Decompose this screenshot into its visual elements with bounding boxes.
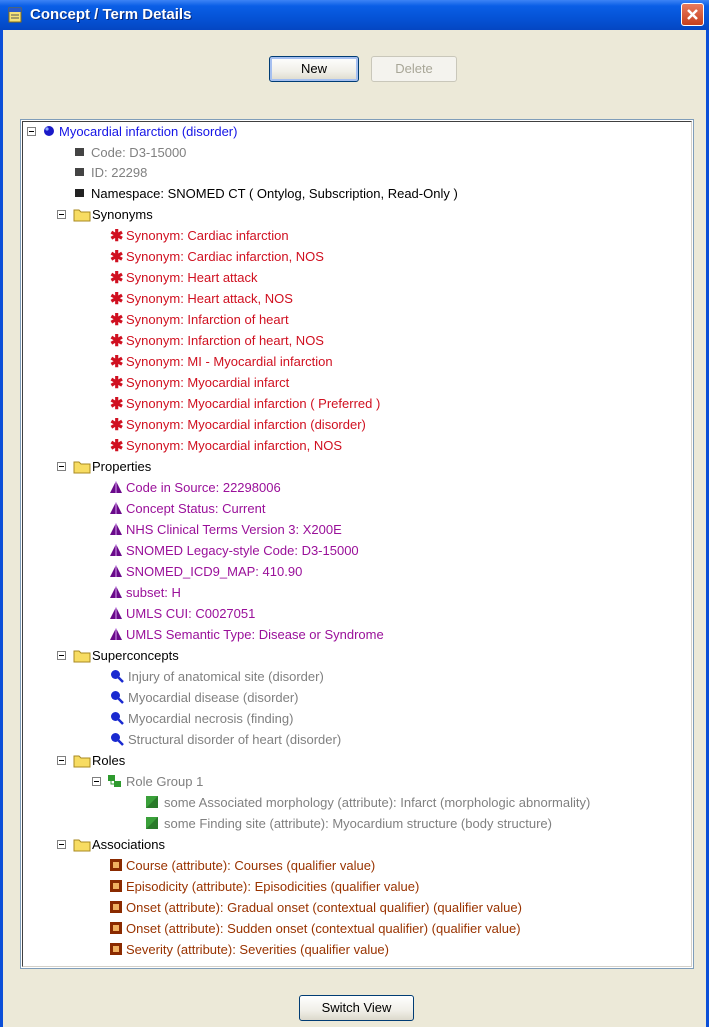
app-icon xyxy=(8,7,22,23)
asterisk-icon: ✱ xyxy=(110,333,124,350)
folder-icon xyxy=(73,461,91,474)
root-concept-label: Myocardial infarction (disorder) xyxy=(59,124,238,139)
concept-term-details-window: Concept / Term Details New Delete Myocar… xyxy=(0,0,709,1027)
title-bar[interactable]: Concept / Term Details xyxy=(0,0,709,30)
collapse-toggle[interactable] xyxy=(57,840,66,849)
asterisk-icon: ✱ xyxy=(110,417,124,434)
switch-view-button[interactable]: Switch View xyxy=(299,995,414,1021)
close-button[interactable] xyxy=(681,3,704,26)
triangle-property-icon xyxy=(110,628,122,640)
triangle-property-icon xyxy=(110,523,122,535)
asterisk-icon: ✱ xyxy=(110,396,124,413)
association-icon xyxy=(110,901,122,913)
collapse-toggle[interactable] xyxy=(57,756,66,765)
collapse-toggle[interactable] xyxy=(27,127,36,136)
delete-button[interactable]: Delete xyxy=(371,56,457,82)
collapse-toggle[interactable] xyxy=(57,651,66,660)
asterisk-icon: ✱ xyxy=(110,228,124,245)
triangle-property-icon xyxy=(110,502,122,514)
window-title: Concept / Term Details xyxy=(30,6,192,23)
triangle-property-icon xyxy=(110,565,122,577)
asterisk-icon: ✱ xyxy=(110,249,124,266)
attribute-square-icon xyxy=(75,189,84,197)
concept-tree[interactable]: Myocardial infarction (disorder) Code: D… xyxy=(20,119,694,969)
asterisk-icon: ✱ xyxy=(110,438,124,455)
folder-icon xyxy=(73,839,91,852)
collapse-toggle[interactable] xyxy=(57,462,66,471)
close-icon xyxy=(687,9,698,20)
magnifier-icon xyxy=(111,733,124,746)
triangle-property-icon xyxy=(110,607,122,619)
new-button[interactable]: New xyxy=(269,56,359,82)
asterisk-icon: ✱ xyxy=(110,354,124,371)
triangle-property-icon xyxy=(110,544,122,556)
attribute-square-icon xyxy=(75,168,84,176)
asterisk-icon: ✱ xyxy=(110,375,124,392)
association-icon xyxy=(110,922,122,934)
folder-icon xyxy=(73,755,91,768)
role-attribute-icon xyxy=(146,817,158,829)
triangle-property-icon xyxy=(110,481,122,493)
association-icon xyxy=(110,880,122,892)
concept-ball-icon xyxy=(44,126,54,136)
attribute-square-icon xyxy=(75,148,84,156)
collapse-toggle[interactable] xyxy=(57,210,66,219)
magnifier-icon xyxy=(111,691,124,704)
triangle-property-icon xyxy=(110,586,122,598)
asterisk-icon: ✱ xyxy=(110,291,124,308)
folder-icon xyxy=(73,209,91,222)
asterisk-icon: ✱ xyxy=(110,270,124,287)
folder-icon xyxy=(73,650,91,663)
association-icon xyxy=(110,859,122,871)
asterisk-icon: ✱ xyxy=(110,312,124,329)
magnifier-icon xyxy=(111,670,124,683)
magnifier-icon xyxy=(111,712,124,725)
collapse-toggle[interactable] xyxy=(92,777,101,786)
role-group-icon xyxy=(108,775,121,787)
role-attribute-icon xyxy=(146,796,158,808)
association-icon xyxy=(110,943,122,955)
